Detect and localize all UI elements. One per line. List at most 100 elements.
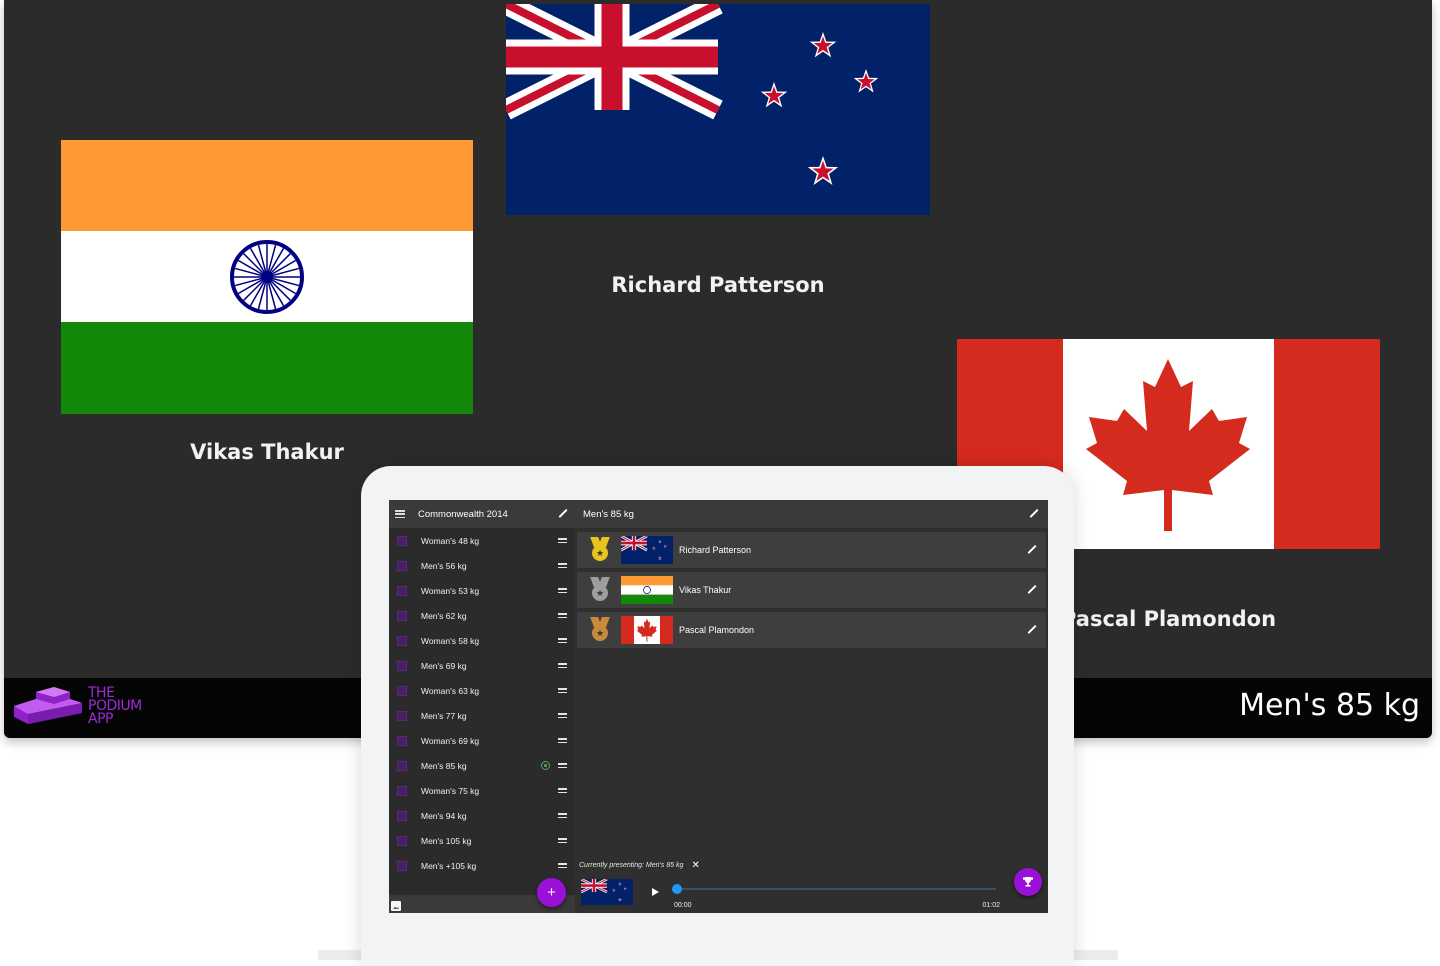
result-row[interactable]: ★ Richard Patterson [577, 532, 1046, 568]
category-item[interactable]: Men's 85 kg [389, 753, 575, 778]
pencil-icon[interactable] [1026, 624, 1038, 636]
category-label: Men's 105 kg [421, 835, 472, 846]
hamburger-icon[interactable] [395, 510, 405, 518]
drag-handle-icon[interactable] [558, 813, 567, 818]
drag-handle-icon[interactable] [558, 638, 567, 643]
category-label: Woman's 69 kg [421, 735, 480, 746]
image-icon[interactable] [391, 901, 401, 911]
first-place-name: Richard Patterson [611, 273, 825, 297]
drag-handle-icon[interactable] [558, 788, 567, 793]
drag-handle-icon[interactable] [558, 538, 567, 543]
india-flag-large [61, 140, 473, 414]
category-label: Men's 94 kg [421, 810, 467, 821]
drag-handle-icon[interactable] [558, 688, 567, 693]
category-label: Woman's 48 kg [421, 535, 480, 546]
category-item[interactable]: Woman's 58 kg [389, 628, 575, 653]
app-window: Commonwealth 2014 Woman's 48 kg Men's 56 … [389, 500, 1048, 913]
podium-app-logo: THE PODIUM APP [12, 684, 142, 728]
category-label: Woman's 75 kg [421, 785, 480, 796]
pencil-icon[interactable] [557, 508, 569, 520]
result-row[interactable]: ★ Vikas Thakur [577, 572, 1046, 608]
category-label: Woman's 63 kg [421, 685, 480, 696]
category-checkbox[interactable] [397, 760, 407, 771]
logo-line-3: APP [88, 710, 113, 727]
drag-handle-icon[interactable] [558, 838, 567, 843]
result-row[interactable]: ★ Pascal Plamondon [577, 612, 1046, 648]
category-checkbox[interactable] [397, 860, 407, 871]
category-item[interactable]: Woman's 53 kg [389, 578, 575, 603]
category-item[interactable]: Woman's 69 kg [389, 728, 575, 753]
athlete-name: Pascal Plamondon [679, 625, 755, 635]
presenting-status: Currently presenting: Men's 85 kg ✕ [579, 860, 700, 871]
category-checkbox[interactable] [397, 710, 407, 721]
category-item[interactable]: Men's 94 kg [389, 803, 575, 828]
competition-title: Commonwealth 2014 [418, 508, 508, 520]
drag-handle-icon[interactable] [558, 663, 567, 668]
play-icon[interactable] [652, 888, 659, 896]
category-label: Men's 77 kg [421, 710, 467, 721]
athlete-name: Vikas Thakur [679, 585, 732, 595]
drag-handle-icon[interactable] [558, 713, 567, 718]
gold-medal-icon: ★ [589, 537, 611, 563]
category-item[interactable]: Woman's 48 kg [389, 528, 575, 553]
bronze-medal-icon: ★ [589, 617, 611, 643]
close-icon[interactable]: ✕ [691, 860, 699, 871]
category-checkbox[interactable] [397, 635, 407, 646]
current-time: 00:00 [674, 902, 692, 909]
laptop-frame: Commonwealth 2014 Woman's 48 kg Men's 56 … [361, 466, 1074, 966]
category-label: Men's 56 kg [421, 560, 467, 571]
audio-player: 00:00 01:02 [575, 868, 1048, 913]
category-checkbox[interactable] [397, 735, 407, 746]
event-title: Men's 85 kg [1239, 688, 1420, 723]
main-panel: Men's 85 kg ★ Richard Patterson ★ Vikas Tha… [575, 500, 1048, 913]
drag-handle-icon[interactable] [558, 588, 567, 593]
podium-logo-icon [14, 687, 82, 724]
category-checkbox[interactable] [397, 585, 407, 596]
live-indicator-icon [541, 761, 550, 770]
presenting-text: Currently presenting: Men's 85 kg [579, 862, 684, 869]
trophy-icon [1023, 877, 1033, 887]
main-header: Men's 85 kg [575, 500, 1048, 528]
category-checkbox[interactable] [397, 610, 407, 621]
category-checkbox[interactable] [397, 835, 407, 846]
silver-medal-icon: ★ [589, 577, 611, 603]
category-item[interactable]: Men's 105 kg [389, 828, 575, 853]
present-podium-button[interactable] [1014, 868, 1042, 896]
drag-handle-icon[interactable] [558, 563, 567, 568]
category-item[interactable]: Men's 62 kg [389, 603, 575, 628]
drag-handle-icon[interactable] [558, 763, 567, 768]
category-checkbox[interactable] [397, 785, 407, 796]
pencil-icon[interactable] [1028, 508, 1040, 520]
drag-handle-icon[interactable] [558, 863, 567, 868]
category-label: Men's +105 kg [421, 860, 477, 871]
category-checkbox[interactable] [397, 560, 407, 571]
category-item[interactable]: Woman's 75 kg [389, 778, 575, 803]
category-item[interactable]: Men's +105 kg [389, 853, 575, 878]
category-item[interactable]: Men's 77 kg [389, 703, 575, 728]
category-item[interactable]: Woman's 63 kg [389, 678, 575, 703]
progress-track[interactable] [675, 888, 996, 890]
category-checkbox[interactable] [397, 535, 407, 546]
category-checkbox[interactable] [397, 685, 407, 696]
progress-thumb[interactable] [672, 884, 682, 894]
category-title: Men's 85 kg [583, 508, 634, 520]
drag-handle-icon[interactable] [558, 738, 567, 743]
category-checkbox[interactable] [397, 810, 407, 821]
category-item[interactable]: Men's 69 kg [389, 653, 575, 678]
category-label: Woman's 53 kg [421, 585, 480, 596]
add-category-button[interactable]: + [537, 878, 566, 907]
sidebar: Commonwealth 2014 Woman's 48 kg Men's 56 … [389, 500, 575, 913]
athlete-name: Richard Patterson [679, 545, 752, 555]
category-item[interactable]: Men's 56 kg [389, 553, 575, 578]
category-label: Men's 69 kg [421, 660, 467, 671]
pencil-icon[interactable] [1026, 544, 1038, 556]
results-list: ★ Richard Patterson ★ Vikas Thakur ★ Pascal P… [575, 532, 1048, 648]
nz-flag-thumbnail [581, 879, 633, 905]
category-list: Woman's 48 kg Men's 56 kg Woman's 53 kg Men… [389, 528, 575, 878]
drag-handle-icon[interactable] [558, 613, 567, 618]
nz-flag [621, 536, 673, 564]
category-checkbox[interactable] [397, 660, 407, 671]
category-label: Woman's 58 kg [421, 635, 480, 646]
pencil-icon[interactable] [1026, 584, 1038, 596]
second-place-name: Vikas Thakur [190, 440, 344, 464]
